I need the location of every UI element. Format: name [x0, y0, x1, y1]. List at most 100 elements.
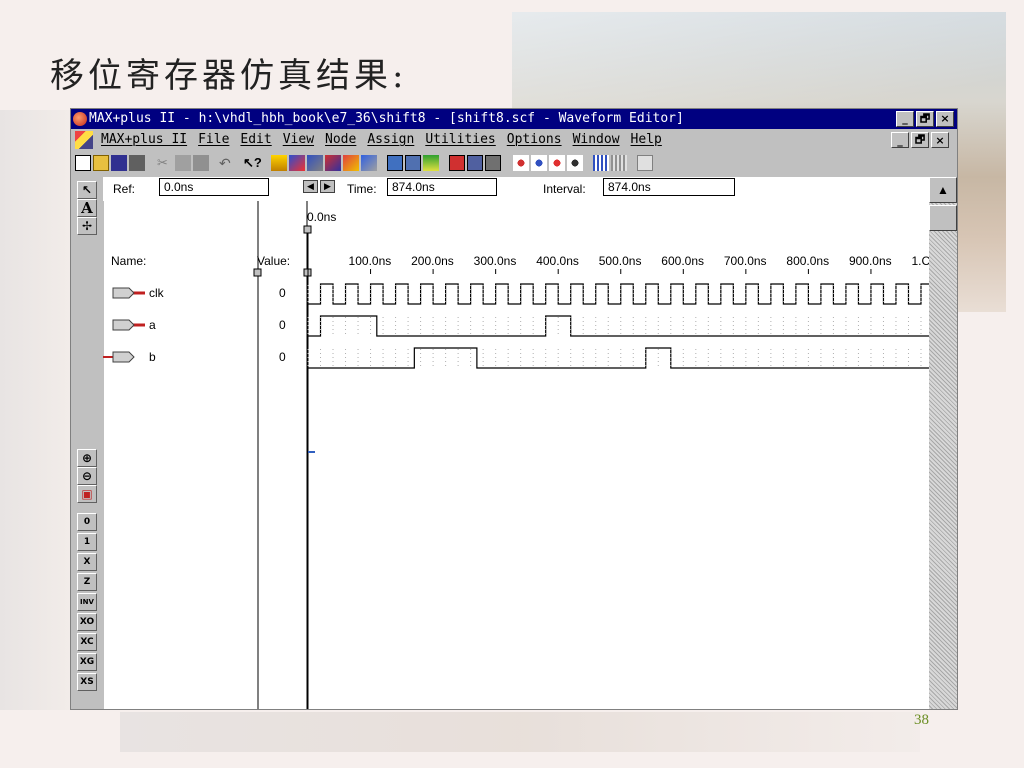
search-icon[interactable]: [637, 155, 653, 171]
paste-icon[interactable]: [193, 155, 209, 171]
vertical-scrollbar[interactable]: ▲: [929, 177, 957, 709]
ruler-tick-label: 700.0ns: [724, 254, 767, 268]
input-pin-icon: [112, 287, 135, 299]
symbol-editor-icon[interactable]: [307, 155, 323, 171]
restore-button[interactable]: 🗗: [916, 111, 934, 127]
time-field[interactable]: 874.0ns: [387, 178, 497, 196]
window-controls: _ 🗗 ×: [896, 111, 954, 127]
clock-overwrite-icon[interactable]: XO: [77, 613, 97, 631]
message-icon[interactable]: [467, 155, 483, 171]
interval-label: Interval:: [543, 182, 586, 196]
tool-palette: ↖ A ✢ ⊕ ⊖ ▣ 0 1 X Z INV XO XC XG XS: [71, 177, 103, 707]
menu-window[interactable]: Window: [573, 132, 620, 147]
next-transition-icon[interactable]: ▶: [320, 180, 335, 193]
probe-list-icon[interactable]: [549, 155, 565, 171]
text-editor-icon[interactable]: [325, 155, 341, 171]
probe-edit-icon[interactable]: [567, 155, 583, 171]
ruler-tick-label: 100.0ns: [349, 254, 392, 268]
signal-value: 0: [279, 286, 286, 300]
probe-icon[interactable]: [513, 155, 529, 171]
menu-assign[interactable]: Assign: [367, 132, 414, 147]
compiler-icon[interactable]: [387, 155, 403, 171]
node-tool-icon[interactable]: ✢: [77, 217, 97, 235]
group-overwrite-icon[interactable]: XG: [77, 653, 97, 671]
document-icon[interactable]: [75, 131, 93, 149]
waveform-editor-icon[interactable]: [343, 155, 359, 171]
text-tool-icon[interactable]: A: [77, 199, 97, 217]
doc-close-button[interactable]: ×: [931, 132, 949, 148]
background-decoration: [0, 110, 70, 710]
waveform-b[interactable]: [308, 347, 929, 369]
set-x-icon[interactable]: X: [77, 553, 97, 571]
programmer-icon[interactable]: [449, 155, 465, 171]
cut-icon[interactable]: ✂: [157, 155, 173, 171]
page-number: 38: [914, 712, 929, 728]
divider-handle[interactable]: [253, 268, 262, 277]
simulator-icon[interactable]: [405, 155, 421, 171]
open-folder-icon[interactable]: [93, 155, 109, 171]
hierarchy-icon[interactable]: [271, 155, 287, 171]
zoom-in-icon[interactable]: ⊕: [77, 449, 97, 467]
menu-edit[interactable]: Edit: [240, 132, 271, 147]
fit-window-icon[interactable]: ▣: [77, 485, 97, 503]
doc-restore-button[interactable]: 🗗: [911, 132, 929, 148]
menu-file[interactable]: File: [198, 132, 229, 147]
input-pin-icon: [112, 319, 135, 331]
menu-help[interactable]: Help: [631, 132, 662, 147]
save-icon[interactable]: [111, 155, 127, 171]
signal-row-clk[interactable]: clk 0: [112, 283, 929, 305]
ruler-tick-label: 500.0ns: [599, 254, 642, 268]
set-high-icon[interactable]: 1: [77, 533, 97, 551]
signal-row-a[interactable]: a0: [112, 315, 929, 337]
new-file-icon[interactable]: [75, 155, 91, 171]
prev-transition-icon[interactable]: ◀: [303, 180, 318, 193]
minimize-button[interactable]: _: [896, 111, 914, 127]
close-button[interactable]: ×: [936, 111, 954, 127]
assign-icon[interactable]: [361, 155, 377, 171]
help-pointer-icon[interactable]: ↖?: [243, 155, 262, 171]
state-overwrite-icon[interactable]: XS: [77, 673, 97, 691]
floorplan-icon[interactable]: [289, 155, 305, 171]
app-icon[interactable]: [73, 112, 87, 126]
window-title: MAX+plus II - h:\vhdl_hbh_book\e7_36\shi…: [89, 111, 684, 126]
zoom-out-icon[interactable]: ⊖: [77, 467, 97, 485]
scroll-up-button[interactable]: ▲: [929, 177, 957, 203]
waveform-a[interactable]: [308, 315, 929, 337]
print-icon[interactable]: [129, 155, 145, 171]
interval-field[interactable]: 874.0ns: [603, 178, 735, 196]
waveform-clk[interactable]: [308, 283, 929, 305]
pointer-icon[interactable]: ↖: [77, 181, 97, 199]
report-icon[interactable]: [485, 155, 501, 171]
snap-grid-icon[interactable]: [611, 155, 627, 171]
count-overwrite-icon[interactable]: XC: [77, 633, 97, 651]
ruler-tick-label: 200.0ns: [411, 254, 454, 268]
signal-name: clk: [149, 286, 165, 300]
output-pin-icon: [112, 351, 135, 363]
ruler-tick-label: 900.0ns: [849, 254, 892, 268]
cursor-arrows: ◀ ▶: [303, 180, 337, 194]
menu-max-plus-ii[interactable]: MAX+plus II: [101, 132, 187, 147]
scroll-thumb[interactable]: [929, 205, 957, 231]
ref-field[interactable]: 0.0ns: [159, 178, 269, 196]
doc-minimize-button[interactable]: _: [891, 132, 909, 148]
timing-analyzer-icon[interactable]: [423, 155, 439, 171]
menu-node[interactable]: Node: [325, 132, 356, 147]
waveform-header: Ref: 0.0ns ◀ ▶ Time: 874.0ns Interval: 8…: [103, 177, 929, 201]
set-low-icon[interactable]: 0: [77, 513, 97, 531]
set-z-icon[interactable]: Z: [77, 573, 97, 591]
menu-utilities[interactable]: Utilities: [425, 132, 495, 147]
menu-options[interactable]: Options: [507, 132, 562, 147]
grid-icon[interactable]: [593, 155, 609, 171]
copy-icon[interactable]: [175, 155, 191, 171]
probe-ab-icon[interactable]: [531, 155, 547, 171]
undo-icon[interactable]: ↶: [219, 155, 235, 171]
title-bar[interactable]: MAX+plus II - h:\vhdl_hbh_book\e7_36\shi…: [71, 109, 957, 129]
signal-row-b[interactable]: b0: [103, 347, 929, 369]
waveform-canvas[interactable]: Name: Value: 0.0ns 100.0ns 200.0ns 300.0ns…: [103, 201, 929, 709]
time-ruler: 100.0ns 200.0ns 300.0ns 400.0ns 500.0ns 600.0…: [349, 254, 929, 274]
ref-cursor-handle[interactable]: [303, 225, 312, 234]
signal-value: 0: [279, 318, 286, 332]
ruler-tick-label: 300.0ns: [474, 254, 517, 268]
menu-view[interactable]: View: [283, 132, 314, 147]
invert-icon[interactable]: INV: [77, 593, 97, 611]
